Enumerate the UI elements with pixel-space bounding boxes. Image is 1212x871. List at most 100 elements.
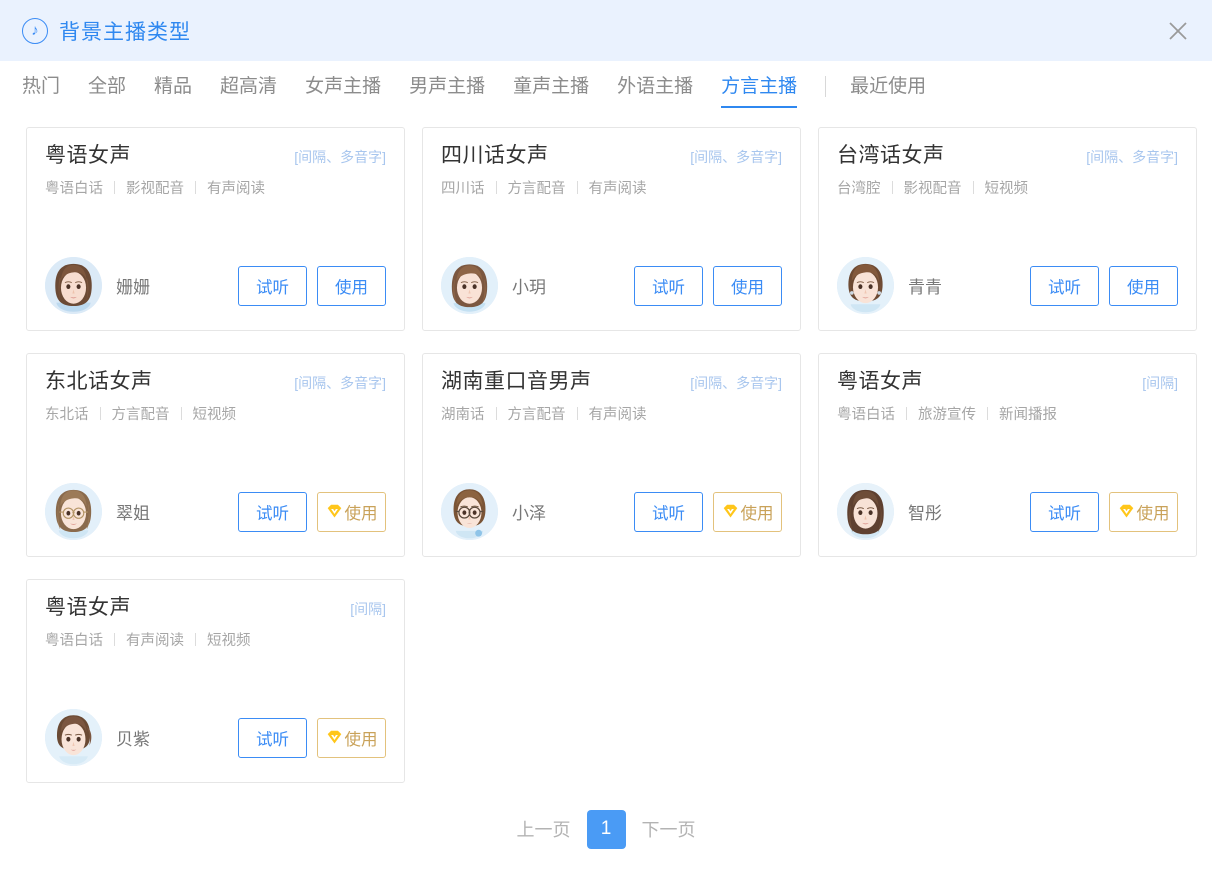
tab-male-host[interactable]: 男声主播	[409, 77, 485, 106]
card-tag: 四川话	[441, 181, 485, 198]
card-tags: 粤语白话 旅游宣传 新闻播报	[837, 403, 1178, 424]
avatar	[45, 483, 102, 540]
card-tags: 湖南话 方言配音 有声阅读	[441, 403, 782, 424]
card-footer: 姗姗 试听 使用	[45, 257, 386, 318]
card-tag: 方言配音	[111, 407, 170, 424]
card-title: 四川话女声	[441, 144, 549, 167]
tag-divider	[495, 181, 497, 195]
tab-foreign-language-host[interactable]: 外语主播	[617, 77, 693, 106]
card-tag: 有声阅读	[207, 181, 265, 198]
card-actions: 试听 使用	[238, 717, 386, 758]
card-footer: 翠姐 试听 使用	[45, 483, 386, 544]
tab-recently-used[interactable]: 最近使用	[850, 77, 926, 106]
voice-card[interactable]: 四川话女声 [间隔、多音字] 四川话 方言配音 有声阅读 小玥 试听 使用	[422, 127, 801, 331]
card-tag: 东北话	[45, 407, 89, 424]
card-footer: 青青 试听 使用	[837, 257, 1178, 318]
preview-button[interactable]: 试听	[1030, 265, 1099, 306]
card-badge: [间隔、多音字]	[1086, 149, 1178, 165]
tag-divider	[195, 181, 196, 195]
card-actions: 试听 使用	[238, 265, 386, 306]
use-button-label: 使用	[344, 730, 378, 749]
tab-child-host[interactable]: 童声主播	[513, 77, 589, 106]
card-badge: [间隔、多音字]	[690, 375, 782, 391]
voice-card[interactable]: 粤语女声 [间隔] 粤语白话 有声阅读 短视频 贝紫 试听 使用	[26, 579, 405, 783]
voice-name: 青青	[908, 278, 942, 297]
vip-diamond-icon	[722, 503, 739, 520]
tab-ultra-hd[interactable]: 超高清	[220, 77, 277, 106]
card-actions: 试听 使用	[634, 265, 782, 306]
next-page-button[interactable]: 下一页	[640, 812, 698, 846]
card-tag: 短视频	[207, 633, 251, 650]
use-button[interactable]: 使用	[317, 265, 386, 306]
card-title: 粤语女声	[45, 596, 131, 619]
use-button[interactable]: 使用	[713, 265, 782, 306]
avatar	[45, 257, 102, 314]
card-badge: [间隔]	[350, 601, 386, 617]
voice-card[interactable]: 东北话女声 [间隔、多音字] 东北话 方言配音 短视频 翠姐 试听 使用	[26, 353, 405, 557]
card-title: 湖南重口音男声	[441, 370, 592, 393]
card-badge: [间隔、多音字]	[690, 149, 782, 165]
use-button[interactable]: 使用	[1109, 491, 1178, 532]
card-header: 东北话女声 [间隔、多音字]	[45, 369, 386, 394]
tag-divider	[987, 407, 988, 421]
card-actions: 试听 使用	[1030, 265, 1178, 306]
pagination: 上一页 1 下一页	[0, 801, 1212, 871]
card-header: 粤语女声 [间隔、多音字]	[45, 143, 386, 168]
page-number-1[interactable]: 1	[586, 809, 626, 849]
card-tag: 短视频	[984, 181, 1029, 198]
card-tag: 影视配音	[126, 181, 184, 198]
card-header: 湖南重口音男声 [间隔、多音字]	[441, 369, 782, 394]
tab-all[interactable]: 全部	[88, 77, 126, 106]
voice-card[interactable]: 粤语女声 [间隔、多音字] 粤语白话 影视配音 有声阅读 姗姗 试听 使用	[26, 127, 405, 331]
voice-card[interactable]: 湖南重口音男声 [间隔、多音字] 湖南话 方言配音 有声阅读 小泽 试听 使用	[422, 353, 801, 557]
tag-divider	[114, 181, 115, 195]
tab-hot[interactable]: 热门	[22, 77, 60, 106]
page-title: 背景主播类型	[59, 20, 191, 44]
tab-premium[interactable]: 精品	[154, 77, 192, 106]
tag-divider	[576, 407, 578, 421]
card-tag: 有声阅读	[588, 407, 647, 424]
preview-button[interactable]: 试听	[238, 717, 307, 758]
avatar	[837, 257, 894, 314]
card-tag: 粤语白话	[837, 407, 895, 424]
vip-diamond-icon	[1118, 503, 1135, 520]
tab-dialect-host[interactable]: 方言主播	[721, 77, 798, 108]
card-tag: 短视频	[192, 407, 237, 424]
card-badge: [间隔、多音字]	[294, 149, 386, 165]
card-footer: 贝紫 试听 使用	[45, 709, 386, 770]
tag-divider	[972, 181, 974, 195]
card-badge: [间隔]	[1142, 375, 1178, 391]
card-actions: 试听 使用	[1030, 491, 1178, 532]
use-button[interactable]: 使用	[713, 491, 782, 532]
preview-button[interactable]: 试听	[1030, 491, 1099, 532]
preview-button[interactable]: 试听	[634, 265, 703, 306]
use-button[interactable]: 使用	[317, 491, 386, 532]
use-button[interactable]: 使用	[317, 717, 386, 758]
voice-name: 翠姐	[116, 504, 150, 523]
avatar	[837, 483, 894, 540]
card-tags: 台湾腔 影视配音 短视频	[837, 177, 1178, 198]
card-header: 粤语女声 [间隔]	[45, 595, 386, 620]
preview-button[interactable]: 试听	[238, 491, 307, 532]
voice-card[interactable]: 粤语女声 [间隔] 粤语白话 旅游宣传 新闻播报 智彤 试听 使用	[818, 353, 1197, 557]
preview-button[interactable]: 试听	[238, 265, 307, 306]
tag-divider	[906, 407, 907, 421]
use-button-label: 使用	[1136, 504, 1170, 523]
tag-divider	[99, 407, 101, 421]
avatar	[441, 483, 498, 540]
preview-button[interactable]: 试听	[634, 491, 703, 532]
card-tag: 方言配音	[507, 181, 566, 198]
voice-card[interactable]: 台湾话女声 [间隔、多音字] 台湾腔 影视配音 短视频 青青 试听 使用	[818, 127, 1197, 331]
card-actions: 试听 使用	[238, 491, 386, 532]
card-tags: 粤语白话 有声阅读 短视频	[45, 629, 386, 650]
vip-diamond-icon	[326, 503, 343, 520]
card-tag: 有声阅读	[126, 633, 184, 650]
prev-page-button[interactable]: 上一页	[515, 812, 573, 846]
tag-divider	[195, 633, 196, 647]
close-icon[interactable]	[1161, 14, 1195, 48]
card-footer: 智彤 试听 使用	[837, 483, 1178, 544]
voice-name: 贝紫	[116, 730, 150, 749]
card-tags: 粤语白话 影视配音 有声阅读	[45, 177, 386, 198]
tab-female-host[interactable]: 女声主播	[305, 77, 381, 106]
use-button[interactable]: 使用	[1109, 265, 1178, 306]
